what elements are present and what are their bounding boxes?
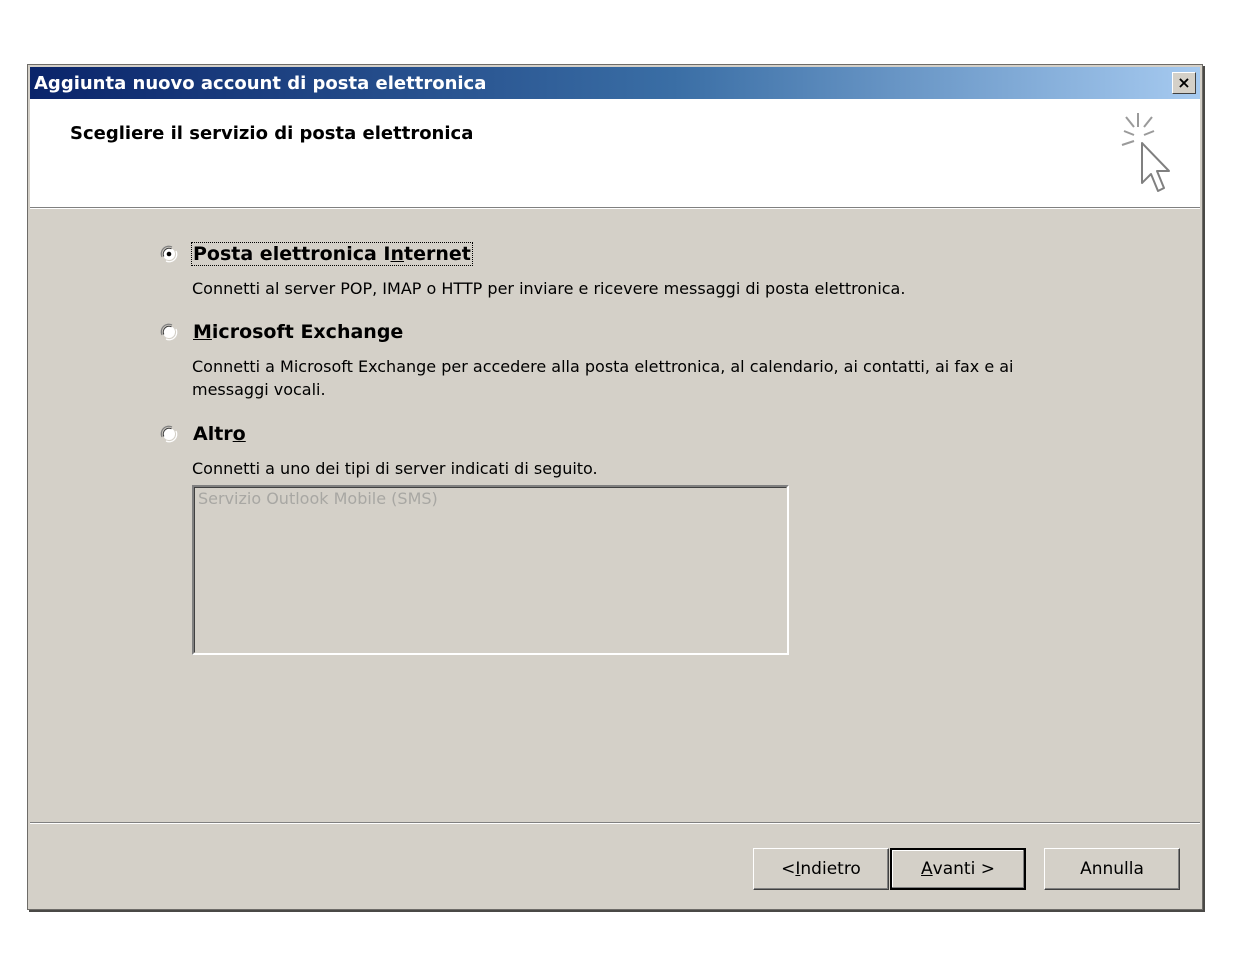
option-label-other[interactable]: Altro — [192, 423, 247, 445]
wizard-header: Scegliere il servizio di posta elettroni… — [30, 99, 1200, 208]
desc-line: messaggi vocali. — [192, 380, 326, 399]
option-desc-internet-email: Connetti al server POP, IMAP o HTTP per … — [192, 279, 906, 298]
header-separator — [30, 208, 1200, 209]
radio-other[interactable] — [160, 425, 178, 443]
button-mnemonic: A — [921, 859, 933, 879]
label-text: Posta elettronica I — [193, 243, 391, 265]
add-email-account-dialog: Aggiunta nuovo account di posta elettron… — [27, 64, 1203, 910]
label-mnemonic: M — [193, 321, 212, 343]
dialog-title: Aggiunta nuovo account di posta elettron… — [34, 73, 487, 94]
radio-internet-email[interactable] — [160, 245, 178, 263]
option-desc-microsoft-exchange: Connetti a Microsoft Exchange per accede… — [192, 355, 1014, 401]
option-label-microsoft-exchange[interactable]: Microsoft Exchange — [192, 321, 404, 343]
label-mnemonic: o — [232, 423, 246, 445]
page-top-strip — [0, 0, 1237, 8]
close-button[interactable]: × — [1172, 72, 1196, 94]
back-button[interactable]: < Indietro — [753, 848, 889, 890]
server-type-listbox[interactable]: Servizio Outlook Mobile (SMS) — [192, 485, 789, 655]
footer-separator — [30, 822, 1200, 824]
label-text: icrosoft Exchange — [211, 321, 404, 343]
wizard-step-title: Scegliere il servizio di posta elettroni… — [70, 123, 474, 144]
listbox-inner-border — [194, 487, 787, 653]
button-text: < — [781, 859, 796, 879]
button-text: Annulla — [1080, 859, 1144, 879]
cancel-button[interactable]: Annulla — [1044, 848, 1180, 890]
option-desc-other: Connetti a uno dei tipi di server indica… — [192, 459, 598, 478]
cursor-sparkle-icon — [1121, 113, 1170, 192]
dialog-titlebar[interactable]: Aggiunta nuovo account di posta elettron… — [30, 67, 1200, 99]
next-button[interactable]: Avanti > — [890, 848, 1026, 890]
label-text: Altr — [193, 423, 233, 445]
button-text: ndietro — [800, 859, 861, 879]
label-mnemonic: n — [390, 243, 405, 265]
button-text: vanti > — [932, 859, 995, 879]
option-label-internet-email[interactable]: Posta elettronica Internet — [191, 242, 473, 266]
radio-microsoft-exchange[interactable] — [160, 323, 178, 341]
close-icon: × — [1177, 73, 1191, 92]
label-text: ternet — [404, 243, 471, 265]
list-item: Servizio Outlook Mobile (SMS) — [198, 489, 438, 508]
desc-line: Connetti a Microsoft Exchange per accede… — [192, 357, 1014, 376]
